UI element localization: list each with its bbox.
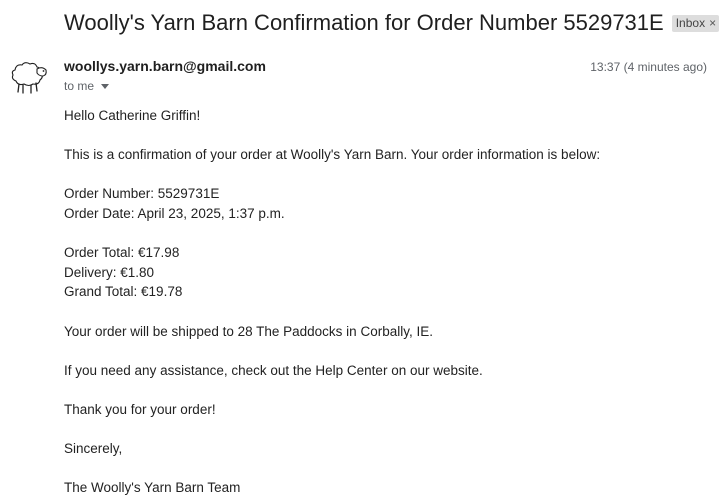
order-date-text: Order Date: April 23, 2025, 1:37 p.m.: [64, 205, 285, 221]
order-number-text: Order Number: 5529731E: [64, 186, 220, 202]
closing-text: Sincerely,: [64, 441, 123, 457]
inbox-label-text: Inbox: [675, 16, 706, 30]
chevron-down-icon[interactable]: [101, 83, 110, 89]
inbox-label[interactable]: Inbox ×: [671, 14, 720, 32]
thanks-text: Thank you for your order!: [64, 401, 216, 417]
recipient-text: to me: [64, 79, 95, 93]
delivery-text: Delivery: €1.80: [64, 264, 155, 280]
remove-label-icon[interactable]: ×: [709, 16, 716, 30]
email-body: Hello Catherine Griffin! This is a confi…: [64, 106, 600, 498]
order-total-text: Order Total: €17.98: [64, 245, 180, 261]
sheep-icon: [6, 58, 48, 98]
grand-total-text: Grand Total: €19.78: [64, 284, 183, 300]
intro-text: This is a confirmation of your order at …: [64, 147, 601, 163]
recipient-line: to me: [64, 79, 110, 93]
shipping-text: Your order will be shipped to 28 The Pad…: [64, 323, 433, 339]
email-subject: Woolly's Yarn Barn Confirmation for Orde…: [64, 10, 664, 35]
signature-text: The Woolly's Yarn Barn Team: [64, 480, 241, 496]
subject-row: Woolly's Yarn Barn Confirmation for Orde…: [64, 6, 726, 40]
help-text: If you need any assistance, check out th…: [64, 362, 483, 378]
greeting-text: Hello Catherine Griffin!: [64, 108, 201, 123]
sender-email: woollys.yarn.barn@gmail.com: [64, 58, 266, 74]
email-timestamp: 13:37 (4 minutes ago): [590, 60, 707, 74]
